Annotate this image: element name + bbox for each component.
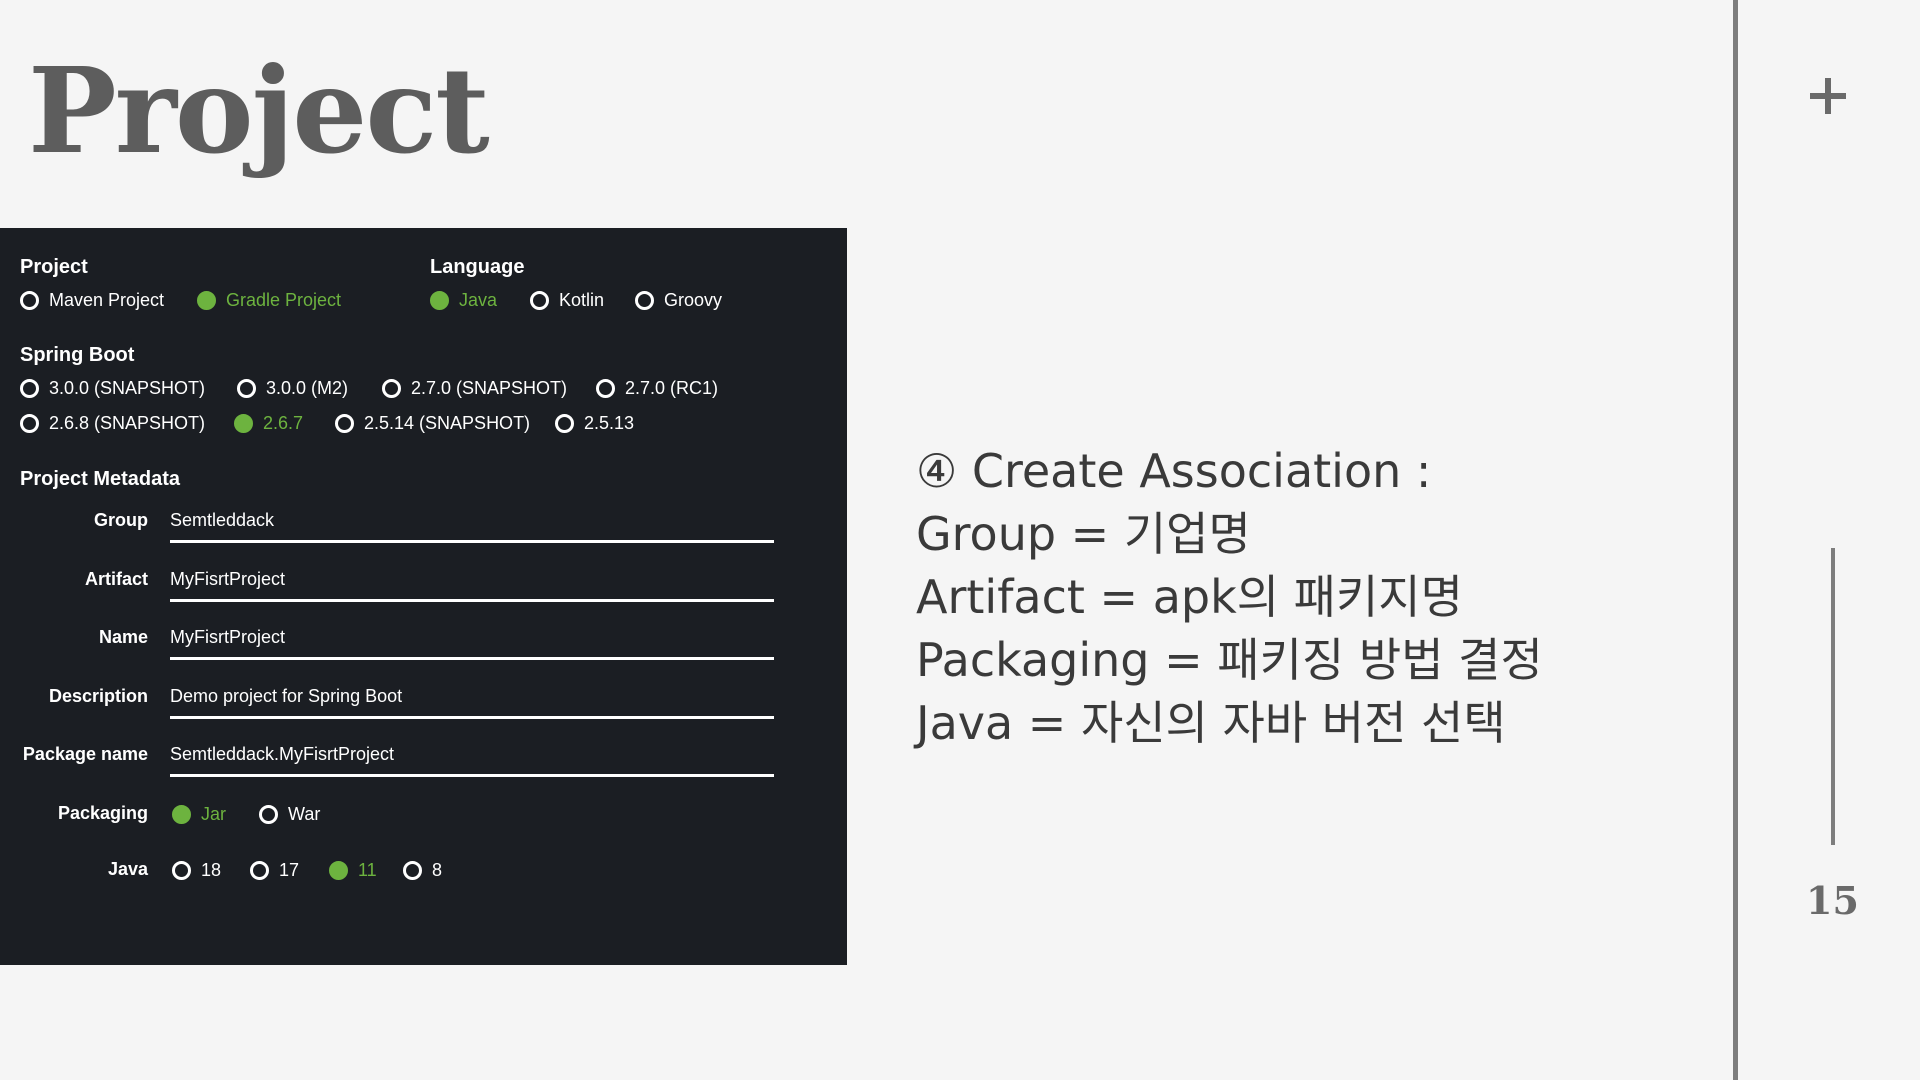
radio-label: 2.7.0 (RC1) xyxy=(625,378,719,398)
radio-label: 2.5.14 (SNAPSHOT) xyxy=(364,413,531,433)
radio-circle-icon xyxy=(329,861,348,880)
radio-boot-3-0-0-snapshot[interactable]: 3.0.0 (SNAPSHOT) xyxy=(20,378,205,399)
group-input[interactable]: Semtleddack xyxy=(170,510,274,531)
radio-circle-icon xyxy=(555,414,574,433)
name-input[interactable]: MyFisrtProject xyxy=(170,627,285,648)
description-input-underline xyxy=(170,716,774,719)
radio-circle-icon xyxy=(335,414,354,433)
radio-boot-2-6-7[interactable]: 2.6.7 xyxy=(234,413,303,434)
radio-label: 11 xyxy=(358,860,377,880)
group-input-underline xyxy=(170,540,774,543)
language-heading: Language xyxy=(430,256,525,278)
java-version-label: Java xyxy=(107,859,148,879)
radio-boot-2-7-0-snapshot[interactable]: 2.7.0 (SNAPSHOT) xyxy=(382,378,567,399)
artifact-input-underline xyxy=(170,599,774,602)
radio-circle-icon xyxy=(197,291,216,310)
packaging-label: Packaging xyxy=(57,803,148,823)
initializr-panel: Project Language Maven Project Gradle Pr… xyxy=(0,228,847,965)
radio-label: Groovy xyxy=(664,290,723,310)
project-heading: Project xyxy=(20,256,88,278)
note-line: Java = 자신의 자바 버전 선택 xyxy=(916,696,1506,750)
plus-icon xyxy=(1810,78,1846,114)
radio-circle-icon xyxy=(234,414,253,433)
note-line: ④ Create Association : xyxy=(916,444,1432,498)
project-metadata-heading: Project Metadata xyxy=(20,468,181,490)
radio-circle-icon xyxy=(530,291,549,310)
radio-label: 18 xyxy=(201,860,222,880)
note-line: Packaging = 패키징 방법 결정 xyxy=(916,633,1543,687)
scroll-line xyxy=(1831,548,1835,845)
radio-circle-icon xyxy=(596,379,615,398)
package-name-input-underline xyxy=(170,774,774,777)
spring-boot-heading: Spring Boot xyxy=(20,344,135,366)
radio-label: 2.6.7 xyxy=(263,413,304,433)
radio-label: 8 xyxy=(432,860,443,880)
radio-boot-2-5-13[interactable]: 2.5.13 xyxy=(555,413,634,434)
radio-kotlin[interactable]: Kotlin xyxy=(530,290,604,311)
radio-label: Jar xyxy=(201,804,227,824)
radio-java-18[interactable]: 18 xyxy=(172,860,221,881)
radio-boot-2-7-0-rc1[interactable]: 2.7.0 (RC1) xyxy=(596,378,718,399)
radio-circle-icon xyxy=(635,291,654,310)
description-label: Description xyxy=(48,686,148,706)
note-line: Artifact = apk의 패키지명 xyxy=(916,570,1463,624)
radio-circle-icon xyxy=(172,805,191,824)
radio-label: Kotlin xyxy=(559,290,605,310)
note-line: Group = 기업명 xyxy=(916,507,1251,561)
group-label: Group xyxy=(94,510,148,530)
radio-java-8[interactable]: 8 xyxy=(403,860,442,881)
radio-label: Java xyxy=(459,290,498,310)
radio-circle-icon xyxy=(403,861,422,880)
radio-circle-icon xyxy=(20,291,39,310)
radio-circle-icon xyxy=(250,861,269,880)
radio-circle-icon xyxy=(259,805,278,824)
description-input[interactable]: Demo project for Spring Boot xyxy=(170,686,402,707)
radio-label: Gradle Project xyxy=(226,290,342,310)
slide-title: Project xyxy=(28,41,490,180)
radio-boot-3-0-0-m2[interactable]: 3.0.0 (M2) xyxy=(237,378,348,399)
radio-java-11[interactable]: 11 xyxy=(329,860,377,881)
radio-boot-2-5-14-snapshot[interactable]: 2.5.14 (SNAPSHOT) xyxy=(335,413,530,434)
radio-circle-icon xyxy=(20,379,39,398)
package-name-input[interactable]: Semtleddack.MyFisrtProject xyxy=(170,744,394,765)
radio-circle-icon xyxy=(172,861,191,880)
radio-label: 17 xyxy=(279,860,300,880)
artifact-label: Artifact xyxy=(84,569,148,589)
package-name-label: Package name xyxy=(22,744,148,764)
radio-label: 3.0.0 (SNAPSHOT) xyxy=(49,378,206,398)
radio-label: 2.7.0 (SNAPSHOT) xyxy=(411,378,568,398)
page-number: 15 xyxy=(1806,878,1859,923)
radio-war[interactable]: War xyxy=(259,804,320,825)
radio-label: War xyxy=(288,804,321,824)
radio-gradle-project[interactable]: Gradle Project xyxy=(197,290,341,311)
radio-label: 3.0.0 (M2) xyxy=(266,378,349,398)
radio-groovy[interactable]: Groovy xyxy=(635,290,722,311)
slide-notes: ④ Create Association : Group = 기업명 Artif… xyxy=(916,440,1543,755)
radio-boot-2-6-8-snapshot[interactable]: 2.6.8 (SNAPSHOT) xyxy=(20,413,205,434)
name-input-underline xyxy=(170,657,774,660)
artifact-input[interactable]: MyFisrtProject xyxy=(170,569,285,590)
name-label: Name xyxy=(98,627,148,647)
radio-circle-icon xyxy=(20,414,39,433)
radio-maven-project[interactable]: Maven Project xyxy=(20,290,164,311)
radio-circle-icon xyxy=(382,379,401,398)
side-divider xyxy=(1733,0,1738,1080)
radio-circle-icon xyxy=(430,291,449,310)
radio-java-17[interactable]: 17 xyxy=(250,860,299,881)
radio-label: 2.5.13 xyxy=(584,413,635,433)
radio-java[interactable]: Java xyxy=(430,290,497,311)
radio-circle-icon xyxy=(237,379,256,398)
radio-jar[interactable]: Jar xyxy=(172,804,226,825)
radio-label: Maven Project xyxy=(49,290,165,310)
radio-label: 2.6.8 (SNAPSHOT) xyxy=(49,413,206,433)
